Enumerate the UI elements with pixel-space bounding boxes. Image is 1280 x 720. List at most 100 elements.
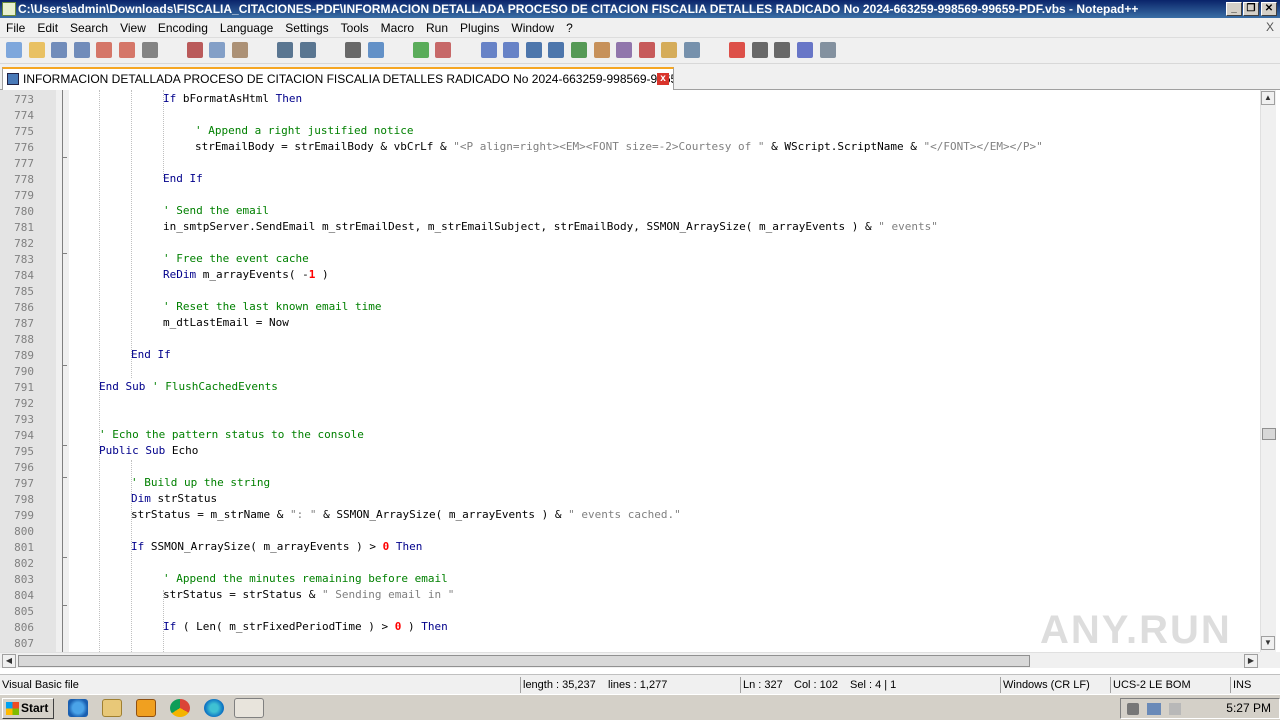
- code-token: Then: [275, 92, 303, 105]
- menu-tools[interactable]: Tools: [335, 18, 375, 38]
- menu-settings[interactable]: Settings: [279, 18, 334, 38]
- menu-search[interactable]: Search: [64, 18, 114, 38]
- code-token: ' Build up the string: [131, 476, 271, 489]
- vertical-scroll-thumb[interactable]: [1262, 428, 1276, 440]
- save-macro-icon[interactable]: [819, 42, 836, 58]
- file-tab[interactable]: INFORMACION DETALLADA PROCESO DE CITACIO…: [2, 67, 674, 90]
- doc-map-icon[interactable]: [616, 42, 633, 58]
- line-number: 779: [14, 189, 34, 202]
- menu-plugins[interactable]: Plugins: [454, 18, 505, 38]
- ie-icon[interactable]: [68, 699, 88, 717]
- replace-icon[interactable]: [367, 42, 384, 58]
- explorer-icon[interactable]: [102, 699, 122, 717]
- udl-icon[interactable]: [593, 42, 610, 58]
- line-number: 807: [14, 637, 34, 650]
- line-number: 785: [14, 285, 34, 298]
- save-icon[interactable]: [51, 42, 68, 58]
- restore-button[interactable]: ❐: [1243, 2, 1259, 16]
- code-line: ' Echo the pattern status to the console: [99, 427, 364, 443]
- media-player-icon[interactable]: [136, 699, 156, 717]
- play-macro-icon[interactable]: [774, 42, 791, 58]
- code-editor[interactable]: 773 774 775 776 777 778 779 780 781 782 783 784 785 7…: [0, 90, 1260, 652]
- chrome-icon[interactable]: [170, 699, 190, 717]
- line-number: 789: [14, 349, 34, 362]
- flag-icon[interactable]: [1169, 703, 1181, 715]
- function-list-icon[interactable]: [638, 42, 655, 58]
- zoom-in-icon[interactable]: [412, 42, 429, 58]
- notepadpp-taskbar-button[interactable]: [234, 698, 264, 718]
- code-token: ": ": [289, 508, 317, 521]
- tab-close-button[interactable]: x: [657, 73, 669, 85]
- line-number: 778: [14, 173, 34, 186]
- code-token: ' Free the event cache: [163, 252, 309, 265]
- code-line: ' Append a right justified notice: [195, 123, 414, 139]
- menu-macro[interactable]: Macro: [375, 18, 420, 38]
- vertical-scrollbar[interactable]: ▲ ▼: [1260, 90, 1276, 652]
- status-encoding[interactable]: UCS-2 LE BOM: [1110, 677, 1191, 693]
- menu-window[interactable]: Window: [505, 18, 560, 38]
- copy-icon[interactable]: [209, 42, 226, 58]
- open-file-icon[interactable]: [28, 42, 45, 58]
- sync-h-icon[interactable]: [503, 42, 520, 58]
- menu-encoding[interactable]: Encoding: [152, 18, 214, 38]
- sync-v-icon[interactable]: [480, 42, 497, 58]
- monitoring-icon[interactable]: [684, 42, 700, 58]
- menu-run[interactable]: Run: [420, 18, 454, 38]
- menu-help[interactable]: ?: [560, 18, 579, 38]
- all-chars-icon[interactable]: [548, 42, 565, 58]
- scroll-down-arrow-icon[interactable]: ▼: [1261, 636, 1275, 650]
- menu-close-doc-button[interactable]: X: [1266, 20, 1274, 34]
- fold-tick: [62, 605, 67, 606]
- menu-file[interactable]: File: [0, 18, 31, 38]
- run-macro-multiple-icon[interactable]: [797, 42, 813, 58]
- record-macro-icon[interactable]: [729, 42, 746, 58]
- zoom-out-icon[interactable]: [435, 42, 452, 58]
- scroll-left-arrow-icon[interactable]: ◀: [2, 654, 16, 668]
- edge-icon[interactable]: [204, 699, 224, 717]
- close-all-icon[interactable]: [119, 42, 135, 58]
- line-number: 803: [14, 573, 34, 586]
- code-token: " events cached.": [568, 508, 681, 521]
- line-number: 782: [14, 237, 34, 250]
- close-window-button[interactable]: ✕: [1261, 2, 1277, 16]
- stop-macro-icon[interactable]: [751, 42, 768, 58]
- save-all-icon[interactable]: [73, 42, 90, 58]
- find-icon[interactable]: [345, 42, 361, 58]
- indent-guide-icon[interactable]: [571, 42, 587, 58]
- code-line: m_dtLastEmail = Now: [163, 315, 289, 331]
- horizontal-scroll-thumb[interactable]: [18, 655, 1030, 667]
- word-wrap-icon[interactable]: [525, 42, 542, 58]
- undo-icon[interactable]: [277, 42, 294, 58]
- line-number: 806: [14, 621, 34, 634]
- code-token: Dim: [131, 492, 151, 505]
- code-token: " events": [878, 220, 938, 233]
- paste-icon[interactable]: [232, 42, 248, 58]
- volume-icon[interactable]: [1127, 703, 1139, 715]
- clock: 5:27 PM: [1226, 701, 1271, 715]
- menu-edit[interactable]: Edit: [31, 18, 64, 38]
- code-line: ' Build up the string: [131, 475, 270, 491]
- line-number: 777: [14, 157, 34, 170]
- code-token: & WScript.ScriptName &: [764, 140, 924, 153]
- scroll-up-arrow-icon[interactable]: ▲: [1261, 91, 1275, 105]
- fold-tick: [62, 157, 67, 158]
- new-file-icon[interactable]: [6, 42, 22, 58]
- cut-icon[interactable]: [186, 42, 203, 58]
- line-number: 790: [14, 365, 34, 378]
- horizontal-scrollbar[interactable]: ◀ ▶: [0, 652, 1260, 668]
- code-line: End If: [131, 347, 171, 363]
- scroll-right-arrow-icon[interactable]: ▶: [1244, 654, 1258, 668]
- status-eol[interactable]: Windows (CR LF): [1000, 677, 1090, 693]
- close-icon[interactable]: [96, 42, 113, 58]
- start-button[interactable]: Start: [2, 698, 54, 719]
- minimize-button[interactable]: _: [1226, 2, 1242, 16]
- network-icon[interactable]: [1147, 703, 1161, 715]
- line-number: 780: [14, 205, 34, 218]
- print-icon[interactable]: [141, 42, 158, 58]
- redo-icon[interactable]: [299, 42, 316, 58]
- code-line: If ( Len( m_strFixedPeriodTime ) > 0 ) T…: [163, 619, 448, 635]
- folder-workspace-icon[interactable]: [661, 42, 678, 58]
- menu-view[interactable]: View: [114, 18, 152, 38]
- menu-language[interactable]: Language: [214, 18, 279, 38]
- code-token: End If: [163, 172, 203, 185]
